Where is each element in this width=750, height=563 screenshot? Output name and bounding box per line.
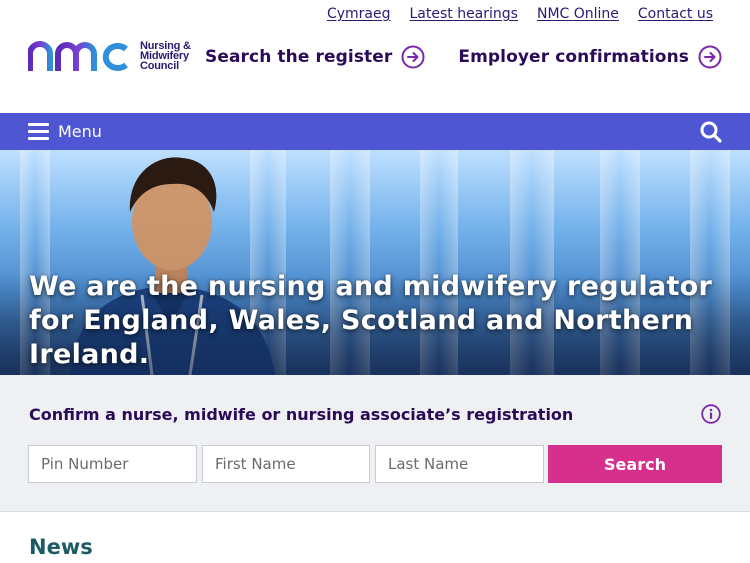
menu-bar: Menu <box>0 113 750 150</box>
arrow-circle-right-icon <box>401 45 425 69</box>
news-heading: News <box>29 535 93 559</box>
info-icon[interactable] <box>701 404 721 424</box>
utility-link-contact-us[interactable]: Contact us <box>638 6 713 22</box>
first-name-input[interactable] <box>202 445 370 483</box>
utility-link-cymraeg[interactable]: Cymraeg <box>327 6 391 22</box>
nmc-logo-mark <box>28 41 128 71</box>
utility-link-latest-hearings[interactable]: Latest hearings <box>409 6 517 22</box>
hamburger-icon <box>28 123 49 140</box>
header-actions: Search the register Employer confirmatio… <box>205 45 722 69</box>
hero-heading: We are the nursing and midwifery regulat… <box>29 271 713 370</box>
register-check-title: Confirm a nurse, midwife or nursing asso… <box>29 405 574 424</box>
register-search-button[interactable]: Search <box>548 445 722 483</box>
search-register-label: Search the register <box>205 47 393 67</box>
employer-confirmations-link[interactable]: Employer confirmations <box>458 45 722 69</box>
utility-nav: Cymraeg Latest hearings NMC Online Conta… <box>327 6 713 22</box>
menu-button[interactable]: Menu <box>28 122 102 141</box>
register-check-panel: Confirm a nurse, midwife or nursing asso… <box>0 375 750 512</box>
logo-wordmark: Nursing & Midwifery Council <box>140 41 191 72</box>
search-icon[interactable] <box>700 121 722 143</box>
arrow-circle-right-icon <box>698 45 722 69</box>
last-name-input[interactable] <box>375 445 544 483</box>
search-register-link[interactable]: Search the register <box>205 45 425 69</box>
pin-number-input[interactable] <box>28 445 197 483</box>
utility-link-nmc-online[interactable]: NMC Online <box>537 6 619 22</box>
employer-confirmations-label: Employer confirmations <box>458 47 689 67</box>
menu-label: Menu <box>58 122 102 141</box>
nmc-logo[interactable]: Nursing & Midwifery Council <box>28 38 191 74</box>
logo-line-3: Council <box>140 60 179 72</box>
hero-banner: We are the nursing and midwifery regulat… <box>0 150 750 375</box>
